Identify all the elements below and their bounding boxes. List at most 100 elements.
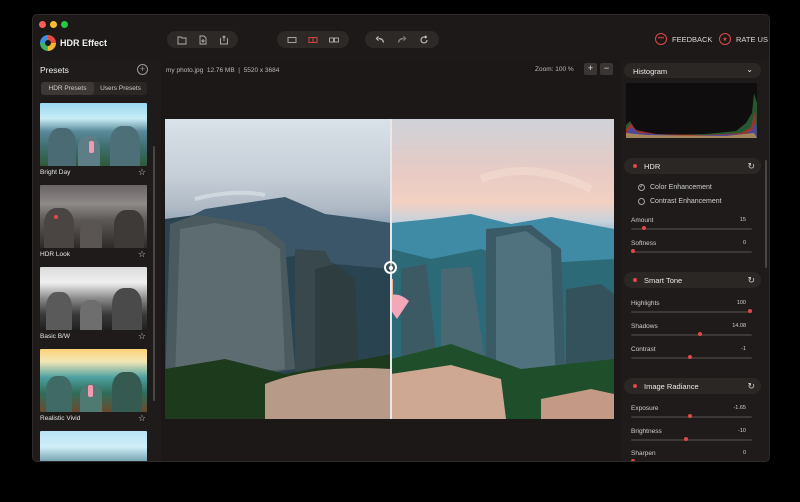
adjustments-scrollbar[interactable] <box>765 160 767 268</box>
favorite-star-icon[interactable]: ☆ <box>138 249 146 260</box>
redo-icon[interactable] <box>392 33 412 47</box>
slider-value: 0 <box>742 450 746 456</box>
star-outline-icon: ★ <box>719 33 731 45</box>
highlights-slider[interactable]: Highlights 100 <box>631 300 754 313</box>
slider-label: Sharpen <box>631 450 656 457</box>
reset-icon[interactable]: ↻ <box>747 161 755 172</box>
preset-label: Realistic Vivid <box>40 415 81 422</box>
export-icon[interactable] <box>214 33 234 47</box>
undo-icon[interactable] <box>370 33 390 47</box>
single-view-icon[interactable] <box>282 33 302 47</box>
preset-thumbnail <box>40 349 147 412</box>
file-info: my photo.jpg 12.76 MB | 5520 x 3684 <box>166 67 280 74</box>
app-logo-icon <box>40 35 56 51</box>
file-name: my photo.jpg <box>166 67 204 74</box>
slider-track[interactable] <box>631 439 752 441</box>
presets-scrollbar[interactable] <box>153 146 155 401</box>
zoom-in-button[interactable]: + <box>584 63 597 75</box>
softness-slider[interactable]: Softness 0 <box>631 240 754 253</box>
compare-slider-handle[interactable] <box>384 261 397 274</box>
slider-knob[interactable] <box>631 459 635 461</box>
favorite-star-icon[interactable]: ☆ <box>138 331 146 342</box>
preset-thumbnail <box>40 267 147 330</box>
preset-item-basic-bw[interactable]: Basic B/W ☆ <box>40 267 147 342</box>
histogram-title: Histogram <box>633 66 668 76</box>
feedback-button[interactable]: ••• FEEDBACK <box>655 33 712 45</box>
slider-track[interactable] <box>631 251 752 253</box>
contrast-slider[interactable]: Contrast -1 <box>631 346 754 359</box>
color-enhancement-option[interactable]: Color Enhancement <box>638 183 712 191</box>
slider-track[interactable] <box>631 334 752 336</box>
open-folder-icon[interactable] <box>172 33 192 47</box>
option-label: Contrast Enhancement <box>650 198 722 205</box>
slider-knob[interactable] <box>697 332 702 336</box>
amount-slider[interactable]: Amount 15 <box>631 217 754 230</box>
rate-us-button[interactable]: ★ RATE US <box>719 33 768 45</box>
title-bar: HDR Effect ••• FEEDBACK ★ RATE US <box>33 15 769 60</box>
exposure-slider[interactable]: Exposure -1.65 <box>631 405 754 418</box>
zoom-out-button[interactable]: − <box>600 63 613 75</box>
slider-knob[interactable] <box>683 437 688 441</box>
photo-canvas[interactable] <box>165 119 614 419</box>
hdr-section-header[interactable]: HDR ↻ <box>624 158 761 174</box>
preset-item-partial[interactable] <box>40 431 147 461</box>
chevron-down-icon[interactable]: ⌄ <box>746 65 753 74</box>
slider-value: 15 <box>739 217 746 223</box>
image-radiance-section-header[interactable]: Image Radiance ↻ <box>624 378 761 394</box>
histogram-header[interactable]: Histogram ⌄ <box>624 63 761 78</box>
slider-track[interactable] <box>631 311 752 313</box>
import-icon[interactable] <box>193 33 213 47</box>
favorite-star-icon[interactable]: ☆ <box>138 167 146 178</box>
presets-tabs: HDR Presets Users Presets <box>41 82 147 95</box>
slider-track[interactable] <box>631 228 752 230</box>
add-preset-button[interactable]: + <box>137 64 148 75</box>
slider-knob[interactable] <box>641 226 646 230</box>
view-toolbar-group <box>277 31 349 48</box>
image-radiance-title: Image Radiance <box>644 382 699 391</box>
tab-users-presets[interactable]: Users Presets <box>94 82 147 95</box>
preset-label: Basic B/W <box>40 333 70 340</box>
presets-title: Presets <box>40 65 69 75</box>
smart-tone-title: Smart Tone <box>644 276 683 285</box>
favorite-star-icon[interactable]: ☆ <box>138 413 146 424</box>
section-active-dot <box>633 384 637 388</box>
slider-knob[interactable] <box>748 309 752 313</box>
slider-value: 14.08 <box>732 323 746 329</box>
slider-value: -1 <box>741 346 746 352</box>
slider-label: Brightness <box>631 428 662 435</box>
section-active-dot <box>633 278 637 282</box>
preset-item-hdr-look[interactable]: HDR Look ☆ <box>40 185 147 260</box>
preset-thumbnail <box>40 103 147 166</box>
split-view-icon[interactable] <box>303 33 323 47</box>
preset-label: Bright Day <box>40 169 71 176</box>
slider-label: Amount <box>631 217 654 224</box>
original-photo <box>165 119 391 419</box>
section-active-dot <box>633 164 637 168</box>
tab-hdr-presets[interactable]: HDR Presets <box>41 82 94 95</box>
brightness-slider[interactable]: Brightness -10 <box>631 428 754 441</box>
contrast-enhancement-option[interactable]: Contrast Enhancement <box>638 198 722 205</box>
reset-icon[interactable]: ↻ <box>747 275 755 286</box>
shadows-slider[interactable]: Shadows 14.08 <box>631 323 754 336</box>
feedback-label: FEEDBACK <box>672 34 713 44</box>
preset-item-bright-day[interactable]: Bright Day ☆ <box>40 103 147 178</box>
option-label: Color Enhancement <box>650 184 712 191</box>
zoom-window-button[interactable] <box>61 21 68 28</box>
app-title: HDR Effect <box>60 38 108 48</box>
minimize-window-button[interactable] <box>50 21 57 28</box>
preset-item-realistic-vivid[interactable]: Realistic Vivid ☆ <box>40 349 147 424</box>
preset-label: HDR Look <box>40 251 70 258</box>
slider-value: -1.65 <box>733 405 746 411</box>
checked-circle-icon <box>638 183 645 191</box>
slider-track[interactable] <box>631 461 752 462</box>
side-by-side-icon[interactable] <box>324 33 344 47</box>
canvas-area: my photo.jpg 12.76 MB | 5520 x 3684 Zoom… <box>161 60 621 461</box>
history-toolbar-group <box>365 31 439 48</box>
slider-knob[interactable] <box>631 249 635 253</box>
close-window-button[interactable] <box>39 21 46 28</box>
smart-tone-section-header[interactable]: Smart Tone ↻ <box>624 272 761 288</box>
reset-icon[interactable] <box>414 33 434 47</box>
slider-value: -10 <box>738 428 746 434</box>
reset-icon[interactable]: ↻ <box>747 381 755 392</box>
sharpen-slider[interactable]: Sharpen 0 <box>631 450 754 461</box>
